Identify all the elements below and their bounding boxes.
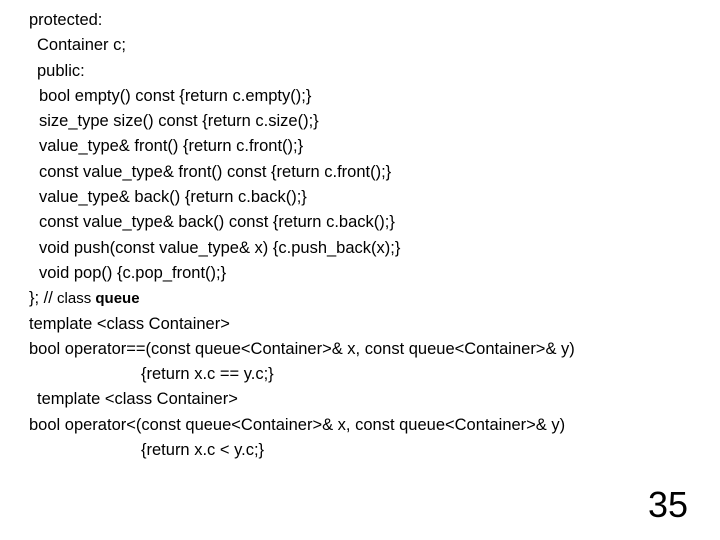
code-fragment: }; // [29,289,53,307]
code-block: protected: Container c; public: bool emp… [29,8,689,463]
code-line: value_type& back() {return c.back();} [39,185,689,210]
code-line: protected: [29,8,689,33]
code-line: template <class Container> [29,312,689,337]
code-line: value_type& front() {return c.front();} [39,134,689,159]
code-line: template <class Container> [37,387,689,412]
code-line: bool empty() const {return c.empty();} [39,84,689,109]
code-line: }; // class queue [29,286,689,311]
code-line: Container c; [37,33,689,58]
slide-root: protected: Container c; public: bool emp… [0,0,720,540]
page-number: 35 [648,484,688,526]
code-line: void pop() {c.pop_front();} [39,261,689,286]
code-fragment: class [53,290,96,307]
code-line: bool operator<(const queue<Container>& x… [29,413,689,438]
code-line: {return x.c < y.c;} [141,438,689,463]
code-line: void push(const value_type& x) {c.push_b… [39,236,689,261]
code-line: size_type size() const {return c.size();… [39,109,689,134]
code-line: const value_type& front() const {return … [39,160,689,185]
code-line: {return x.c == y.c;} [141,362,689,387]
code-line: bool operator==(const queue<Container>& … [29,337,689,362]
code-line: const value_type& back() const {return c… [39,210,689,235]
code-line: public: [37,59,689,84]
code-fragment: queue [95,290,139,307]
